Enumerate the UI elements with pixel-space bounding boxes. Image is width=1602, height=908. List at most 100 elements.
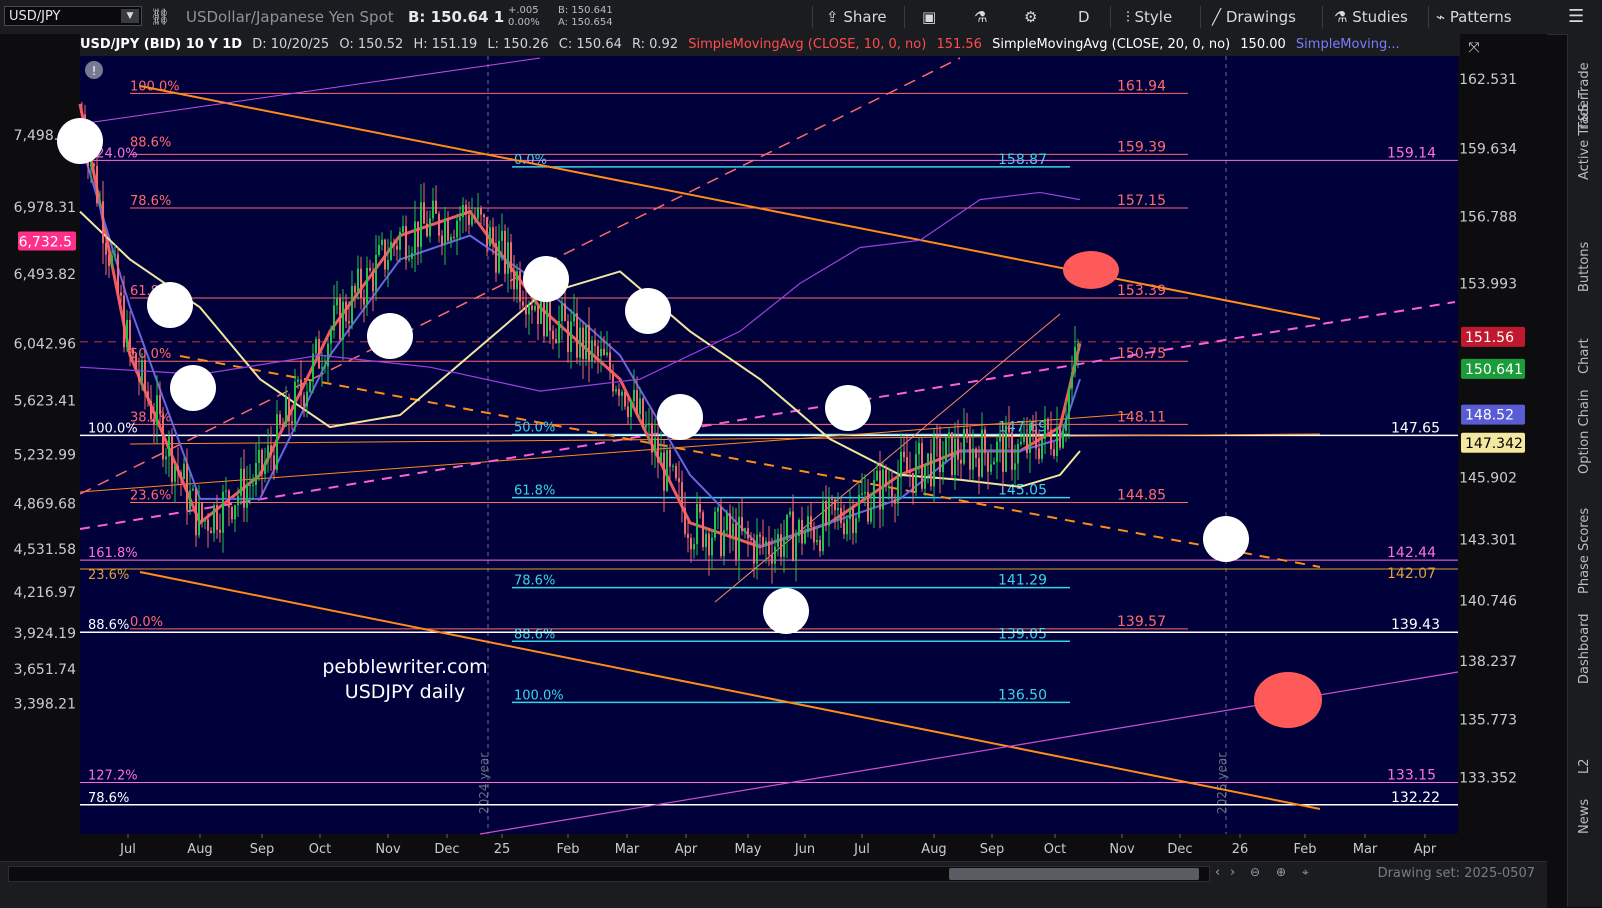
left-axis-label: 3,924.19	[14, 626, 76, 642]
white-circle-marker[interactable]	[1203, 516, 1249, 562]
flask-icon[interactable]: ⚗	[974, 0, 987, 34]
scroll-right-icon[interactable]: ›	[1230, 865, 1235, 880]
white-circle-marker[interactable]	[625, 288, 671, 334]
menu-icon[interactable]: ☰	[1568, 0, 1584, 34]
candle-body	[666, 450, 668, 491]
candle-body	[579, 327, 581, 358]
symbol-dropdown-icon[interactable]: ▼	[121, 9, 139, 23]
candle-body	[858, 494, 860, 519]
white-circle-marker[interactable]	[147, 282, 193, 328]
sma20-label[interactable]: SimpleMovingAvg (CLOSE, 20, 0, no)	[992, 37, 1230, 52]
red-level-label: 148.11	[1117, 409, 1166, 425]
candle-body	[351, 285, 353, 324]
candle-body	[1038, 448, 1040, 459]
patterns-button[interactable]: ⌁ Patterns	[1436, 0, 1512, 34]
candle-body	[213, 505, 215, 534]
side-tab-buttons[interactable]: Buttons	[1568, 242, 1602, 293]
candle-body	[1071, 372, 1073, 389]
sma-more-label[interactable]: SimpleMoving...	[1296, 37, 1400, 52]
white-circle-marker[interactable]	[657, 394, 703, 440]
candle-body	[282, 424, 284, 427]
symbol-input[interactable]: USD/JPY ▼	[4, 6, 142, 26]
red-level-label: 157.15	[1117, 193, 1166, 209]
candle-body	[555, 339, 557, 344]
candle-body	[219, 529, 221, 533]
white-circle-marker[interactable]	[825, 385, 871, 431]
candle-body	[513, 272, 515, 290]
candle-body	[822, 500, 824, 552]
candle-body	[603, 348, 605, 355]
candle-body	[939, 438, 941, 473]
header-open: O: 150.52	[339, 37, 404, 52]
watermark-line2: USDJPY daily	[345, 681, 465, 703]
gear-icon[interactable]: ⚙	[1024, 0, 1037, 34]
layout-icon[interactable]: ▣	[922, 0, 936, 34]
flask-studies-icon: ⚗	[1334, 8, 1353, 26]
x-tick-label: 26	[1232, 842, 1249, 857]
x-tick-label: Aug	[921, 842, 946, 857]
white-circle-marker[interactable]	[57, 118, 103, 164]
candle-body	[159, 395, 161, 415]
top-toolbar: USD/JPY ▼ ⛓ USDollar/Japanese Yen Spot B…	[0, 0, 1602, 35]
candle-body	[723, 530, 725, 557]
white-circle-marker[interactable]	[523, 256, 569, 302]
candle-body	[324, 366, 326, 368]
candle-body	[423, 202, 425, 224]
price-chart[interactable]: Jul Aug Sep Oct Nov Dec 25 Feb Mar Apr May Jun Jul Au…	[0, 34, 1547, 861]
candle-body	[303, 395, 305, 407]
candle-body	[510, 242, 512, 273]
candle-body	[459, 217, 461, 221]
white-circle-marker[interactable]	[367, 313, 413, 359]
white-circle-marker[interactable]	[763, 588, 809, 634]
orange-fib-label: 23.6%	[88, 568, 129, 583]
share-button[interactable]: ⇪ Share	[826, 0, 887, 34]
link-icon[interactable]: ⛓	[150, 0, 170, 34]
side-tab-l2[interactable]: L2	[1568, 758, 1602, 775]
x-tick-label: 25	[494, 842, 511, 857]
sma10-label[interactable]: SimpleMovingAvg (CLOSE, 10, 0, no)	[688, 37, 926, 52]
candle-body	[618, 389, 620, 396]
side-tab-phase-scores[interactable]: Phase Scores	[1568, 508, 1602, 595]
candle-body	[132, 349, 134, 355]
period-button[interactable]: D	[1078, 0, 1090, 34]
time-scrollbar[interactable]	[8, 866, 1210, 882]
share-icon: ⇪	[826, 8, 844, 26]
side-tab-active-trader[interactable]: Active Trader	[1568, 95, 1602, 181]
side-tab-option-chain[interactable]: Option Chain	[1568, 389, 1602, 475]
zoom-out-icon[interactable]: ⊖	[1250, 865, 1260, 879]
drawings-button[interactable]: ╱ Drawings	[1212, 0, 1296, 34]
style-button[interactable]: ⫶ Style	[1126, 0, 1172, 34]
candle-body	[864, 492, 866, 494]
left-axis-tag-label: 6,732.5	[19, 235, 72, 251]
candle-body	[486, 217, 488, 247]
zoom-in-icon[interactable]: ⊕	[1276, 865, 1286, 879]
cyan-fib-label: 88.6%	[514, 627, 555, 642]
candle-body	[150, 400, 152, 420]
white-circle-marker[interactable]	[170, 365, 216, 411]
red-ellipse-marker[interactable]	[1063, 251, 1119, 289]
crosshair-icon[interactable]: ⌖	[1302, 865, 1309, 880]
candle-body	[498, 240, 500, 273]
candle-body	[240, 468, 242, 496]
candle-body	[1062, 430, 1064, 448]
scroll-left-icon[interactable]: ‹	[1215, 865, 1220, 880]
candle-body	[996, 441, 998, 462]
candle-body	[369, 267, 371, 271]
candle-body	[762, 536, 764, 546]
x-tick-label: Apr	[675, 842, 698, 857]
candle-body	[993, 461, 995, 465]
side-tab-chart[interactable]: Chart	[1568, 338, 1602, 375]
candle-body	[1005, 425, 1007, 472]
red-level-label: 153.39	[1117, 283, 1166, 299]
studies-button[interactable]: ⚗ Studies	[1334, 0, 1408, 34]
candle-body	[753, 539, 755, 564]
scrollbar-thumb[interactable]	[949, 868, 1199, 880]
chart-area[interactable]: Jul Aug Sep Oct Nov Dec 25 Feb Mar Apr May Jun Jul Au…	[0, 34, 1547, 861]
cyan-level-label: 158.87	[998, 152, 1047, 168]
side-tab-news[interactable]: News	[1568, 799, 1602, 835]
candle-body	[189, 490, 191, 510]
side-tab-dashboard[interactable]: Dashboard	[1568, 613, 1602, 685]
red-ellipse-marker[interactable]	[1254, 672, 1322, 728]
candle-body	[168, 436, 170, 457]
candle-body	[267, 445, 269, 462]
